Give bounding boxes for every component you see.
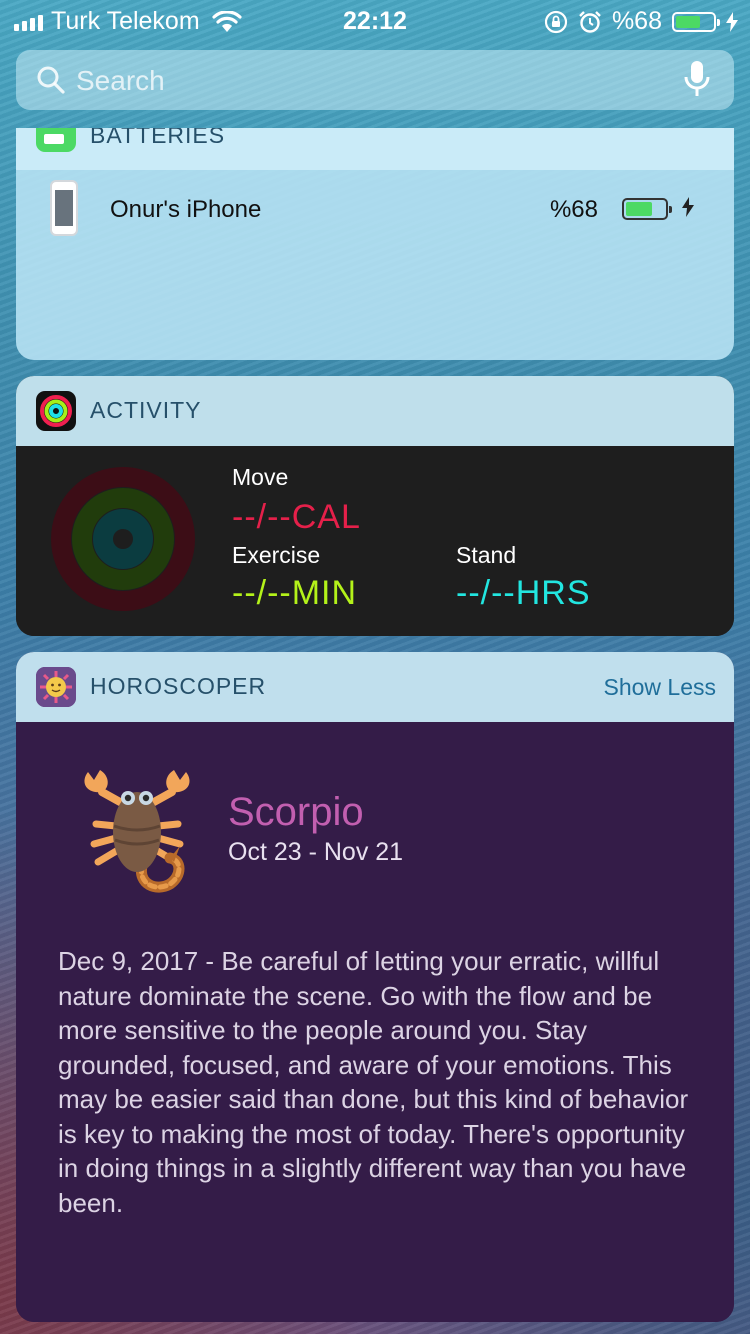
activity-app-icon: [36, 391, 76, 431]
battery-device-row: Onur's iPhone %68: [16, 170, 734, 250]
exercise-value: --/--MIN: [232, 574, 358, 612]
zodiac-sign-name: Scorpio: [228, 790, 364, 834]
stand-value: --/--HRS: [456, 574, 591, 612]
search-bar[interactable]: Search: [16, 50, 734, 110]
batteries-widget-title: BATTERIES: [90, 128, 226, 148]
device-name: Onur's iPhone: [110, 196, 262, 223]
charging-bolt-icon: [726, 11, 738, 32]
batteries-widget-header[interactable]: BATTERIES: [16, 128, 734, 170]
search-icon: [37, 66, 65, 94]
scorpion-icon: [84, 770, 190, 893]
activity-summary: Move --/--CAL Exercise --/--MIN Stand --…: [16, 446, 734, 636]
show-less-button[interactable]: Show Less: [603, 674, 716, 701]
move-value: --/--CAL: [232, 498, 361, 536]
device-battery-icon: [622, 198, 672, 220]
status-battery-percent: %68: [611, 7, 662, 35]
move-label: Move: [232, 464, 289, 490]
horoscope-reading: Dec 9, 2017 - Be careful of letting your…: [58, 946, 689, 1218]
microphone-icon[interactable]: [684, 60, 710, 100]
iphone-icon: [50, 180, 78, 236]
horoscoper-widget[interactable]: HOROSCOPER Show Less Scorpio Oct 23 - No…: [16, 652, 734, 1322]
search-input[interactable]: Search: [76, 65, 165, 97]
batteries-widget: BATTERIES Onur's iPhone %68: [16, 128, 734, 360]
alarm-icon: [579, 10, 601, 33]
horoscoper-widget-header[interactable]: HOROSCOPER Show Less: [16, 652, 734, 722]
status-bar: Turk Telekom 22:12 %68: [0, 0, 750, 40]
activity-widget[interactable]: ACTIVITY Move --/--CAL Exercise --/--MIN…: [16, 376, 734, 636]
rotation-lock-icon: [544, 10, 568, 33]
stand-label: Stand: [456, 542, 517, 568]
activity-widget-title: ACTIVITY: [90, 397, 202, 423]
activity-rings: [51, 467, 195, 611]
horoscoper-widget-title: HOROSCOPER: [90, 673, 267, 699]
horoscoper-app-icon: [36, 667, 76, 707]
batteries-app-icon: [36, 128, 76, 152]
exercise-label: Exercise: [232, 542, 321, 568]
battery-icon: [672, 11, 720, 32]
horoscope-content: Scorpio Oct 23 - Nov 21 Dec 9, 2017 - Be…: [16, 722, 734, 1322]
activity-widget-header[interactable]: ACTIVITY: [16, 376, 734, 446]
device-battery-percent: %68: [549, 196, 598, 223]
zodiac-date-range: Oct 23 - Nov 21: [228, 838, 404, 866]
device-charging-icon: [682, 197, 694, 217]
